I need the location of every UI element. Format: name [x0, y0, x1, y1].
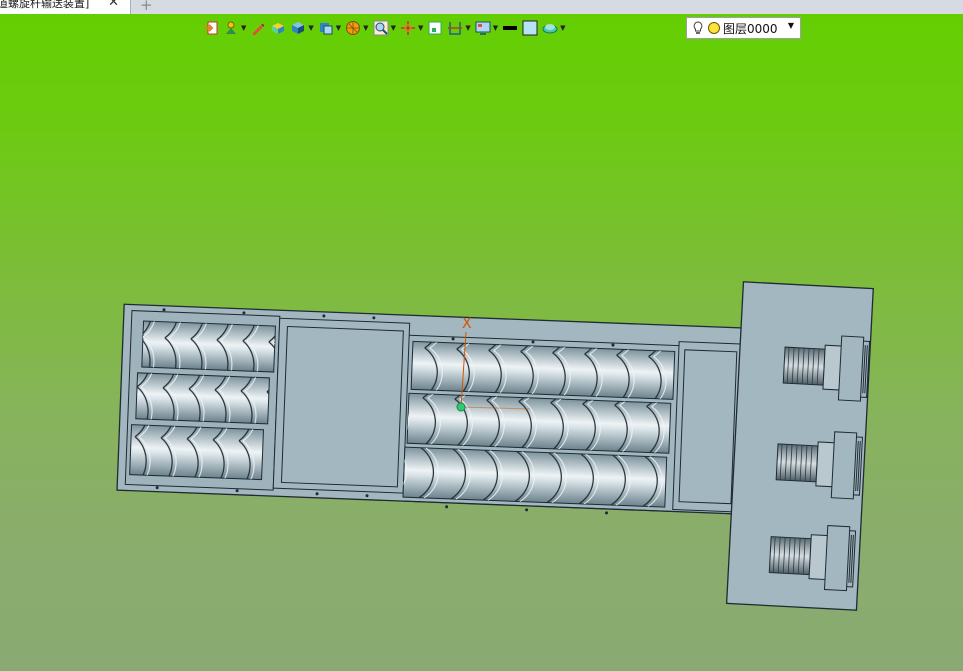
- left-screw-row-1: [141, 320, 276, 373]
- cad-viewport[interactable]: X: [0, 0, 963, 671]
- motor-plate-assembly: [725, 281, 874, 611]
- screw-conveyor-assembly: [116, 303, 745, 515]
- right-screw-row-3: [402, 446, 668, 508]
- x-axis-label: X: [462, 316, 472, 332]
- right-cover-plate: [672, 341, 742, 513]
- right-screw-row-1: [410, 340, 676, 400]
- left-screw-row-2: [135, 372, 270, 425]
- right-screw-row-2: [406, 392, 672, 454]
- left-screw-row-3: [129, 424, 264, 481]
- left-cover-plate: [272, 317, 411, 494]
